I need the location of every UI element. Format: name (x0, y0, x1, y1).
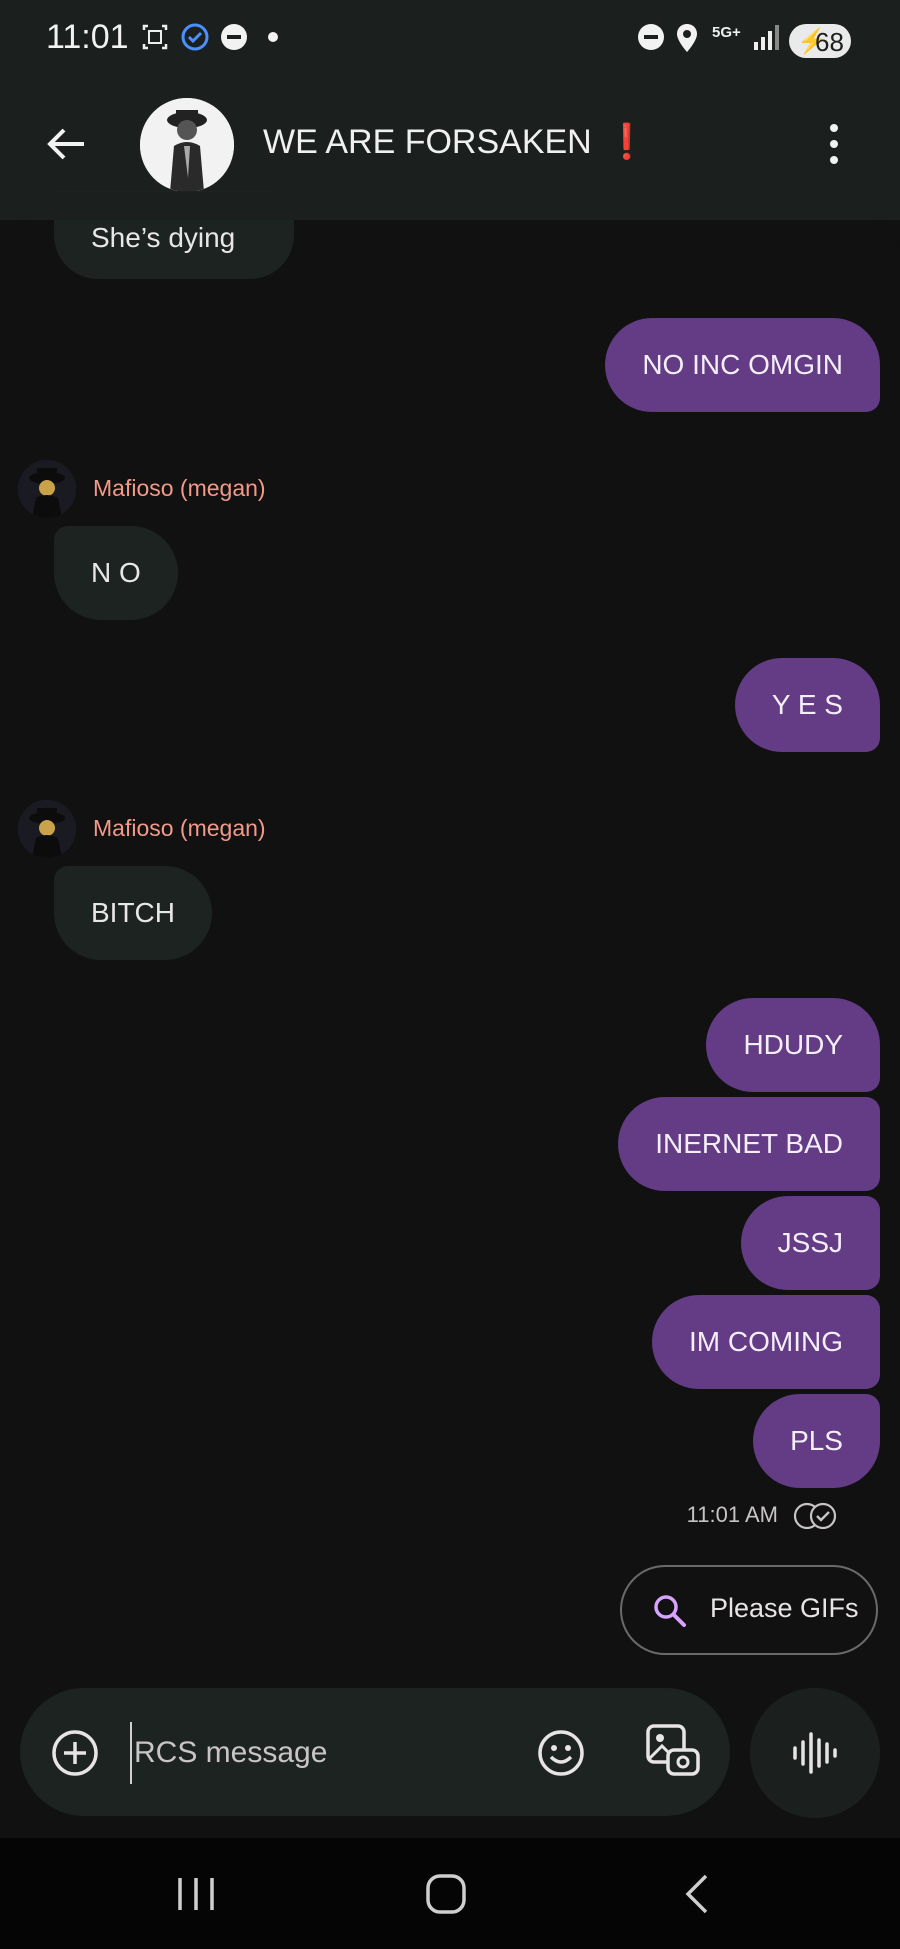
waveform-icon (793, 1732, 837, 1774)
battery-level: 68 (815, 27, 844, 57)
message-bubble-outgoing[interactable]: JSSJ (740, 1196, 880, 1290)
home-icon[interactable] (424, 1872, 468, 1916)
network-5g-icon: 5G+ (712, 24, 741, 41)
message-bubble-outgoing[interactable]: PLS (753, 1394, 880, 1488)
more-vert-icon[interactable] (822, 120, 846, 168)
sender-name: Mafioso (megan) (93, 475, 266, 501)
dot-icon (268, 32, 278, 42)
emoji-icon[interactable] (536, 1728, 586, 1778)
signal-icon (754, 25, 779, 50)
verified-check-icon (181, 23, 209, 51)
app-bar-edge (0, 192, 900, 220)
message-bubble-outgoing[interactable]: NO INC OMGIN (605, 318, 880, 412)
voice-message-button[interactable] (750, 1688, 880, 1818)
message-bubble-incoming[interactable]: N O (54, 526, 178, 620)
sender-avatar[interactable] (18, 800, 76, 858)
exclamation-mark: ❗ (605, 123, 649, 161)
gif-suggestion-chip[interactable]: Please GIFs (620, 1565, 878, 1655)
message-timestamp: 11:01 AM (686, 1502, 778, 1527)
dnd-icon (638, 24, 664, 50)
message-bubble-outgoing[interactable]: INERNET BAD (618, 1097, 880, 1191)
message-bubble-outgoing[interactable]: HDUDY (706, 998, 880, 1092)
status-time: 11:01 (46, 18, 129, 56)
status-bar: 11:01 5G+ ⚡ 68 (0, 0, 900, 84)
message-bubble-outgoing[interactable]: IM COMING (652, 1295, 880, 1389)
message-bubble-outgoing[interactable]: Y E S (734, 658, 880, 752)
message-bubble-incoming[interactable]: BITCH (54, 866, 212, 960)
system-navigation-bar (0, 1838, 900, 1949)
gallery-icon[interactable] (644, 1722, 702, 1780)
conversation-title[interactable]: WE ARE FORSAKEN ❗ (263, 122, 648, 162)
add-attachment-icon[interactable] (50, 1728, 100, 1778)
message-input[interactable] (130, 1722, 516, 1784)
read-receipt-icon (793, 1502, 837, 1530)
message-text: She’s dying (91, 222, 236, 253)
battery-icon: ⚡ 68 (789, 24, 851, 58)
gif-suggestion-label: Please GIFs (710, 1593, 859, 1623)
back-nav-icon[interactable] (680, 1872, 716, 1916)
sender-avatar[interactable] (18, 460, 76, 518)
message-composer (20, 1688, 730, 1816)
screenshot-icon (142, 24, 168, 50)
search-icon (654, 1595, 686, 1627)
do-not-disturb-icon (221, 24, 247, 50)
title-text: WE ARE FORSAKEN (263, 123, 592, 161)
location-icon (677, 24, 697, 52)
group-avatar[interactable] (140, 98, 234, 192)
recent-apps-icon[interactable] (174, 1874, 218, 1914)
sender-name: Mafioso (megan) (93, 815, 266, 841)
back-arrow-icon[interactable] (44, 122, 88, 166)
